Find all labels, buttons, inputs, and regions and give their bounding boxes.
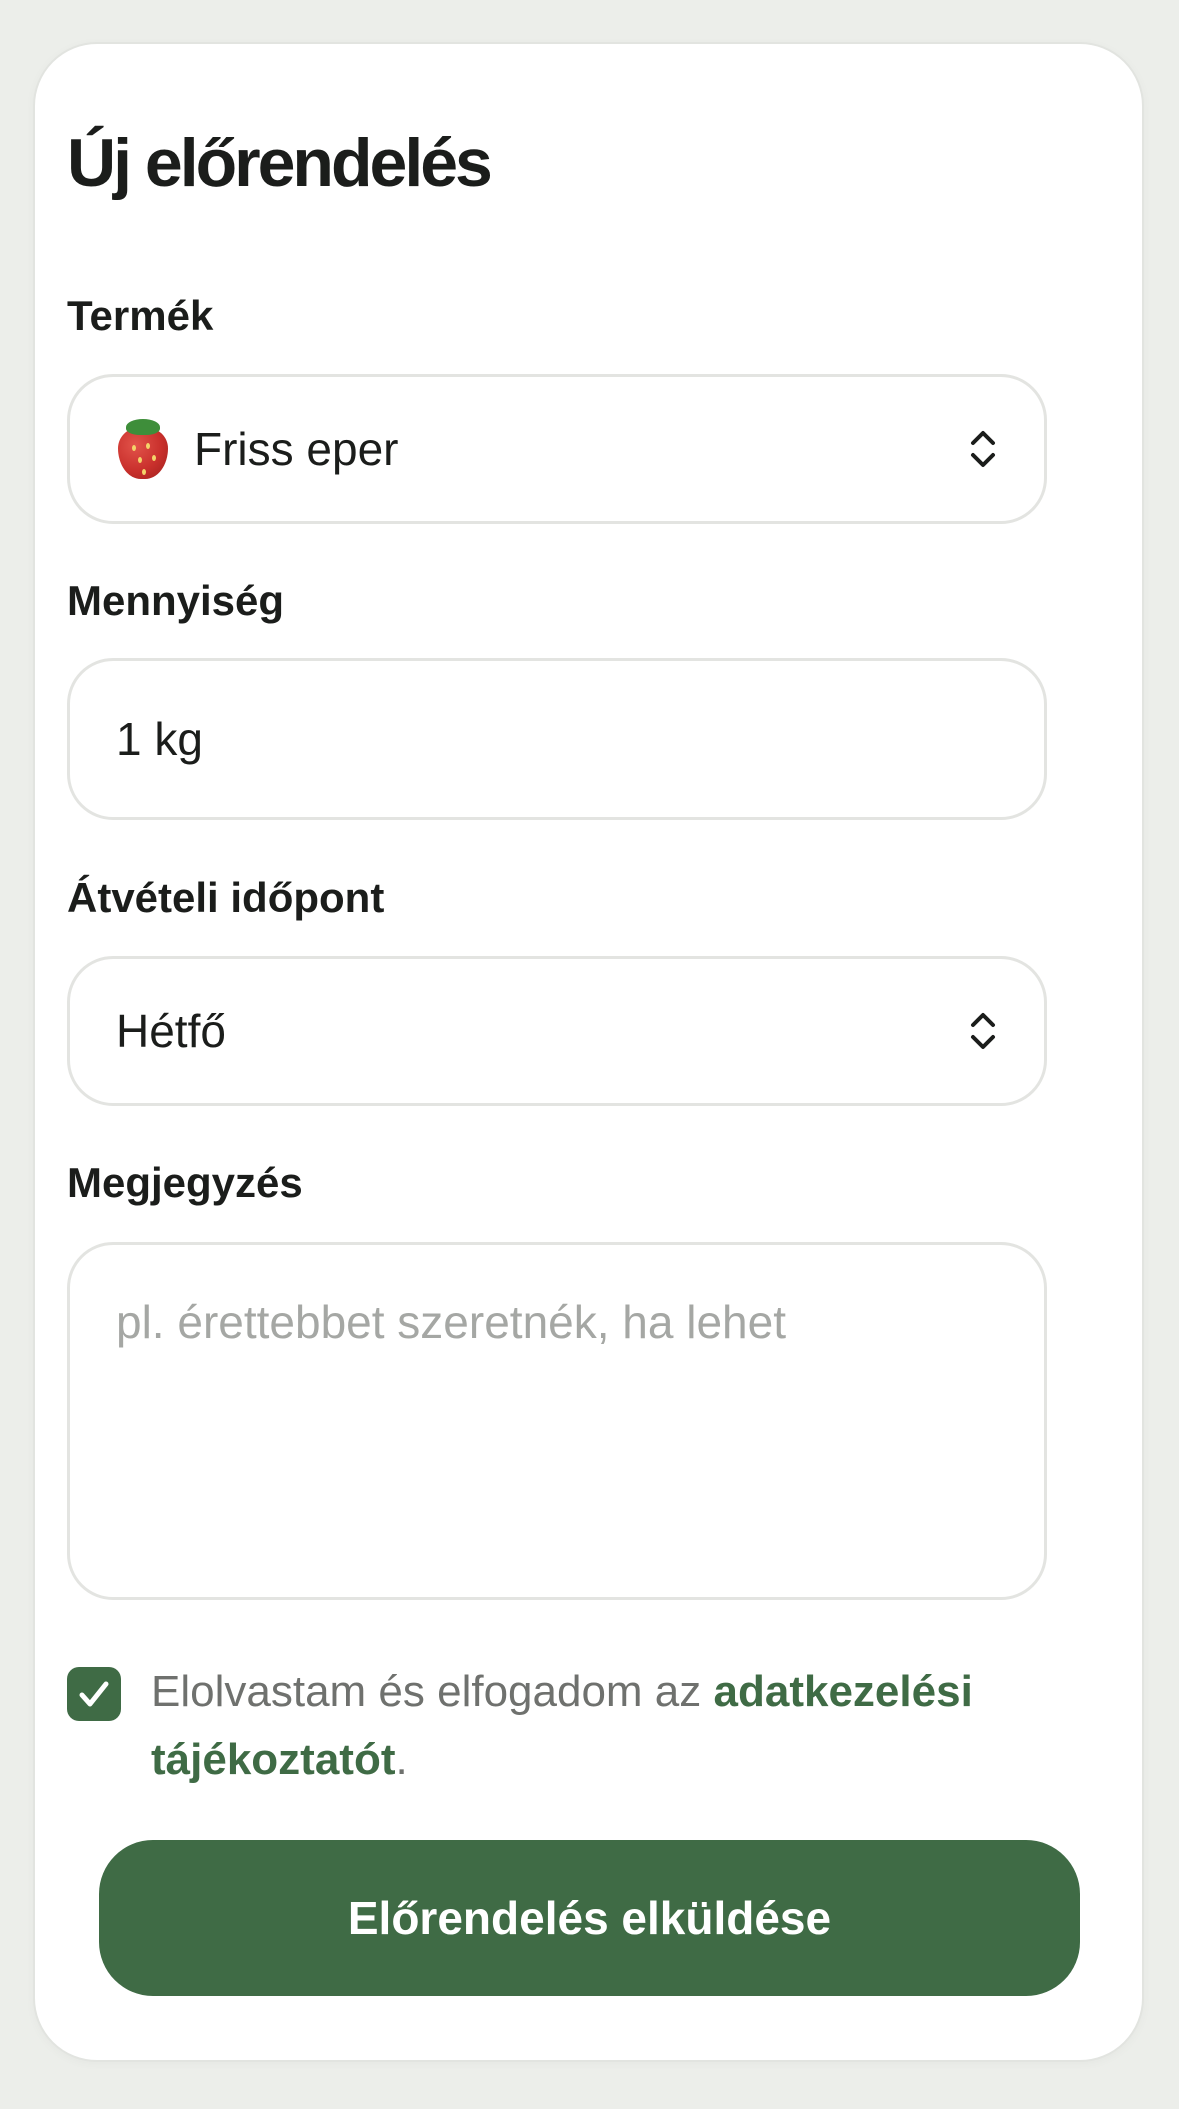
consent-text-before: Elolvastam és elfogadom az — [151, 1667, 714, 1716]
note-label: Megjegyzés — [67, 1159, 303, 1206]
checkmark-icon — [79, 1681, 109, 1707]
page-title: Új előrendelés — [67, 125, 493, 201]
note-placeholder: pl. érettebbet szeretnék, ha lehet — [116, 1296, 786, 1348]
strawberry-icon — [116, 419, 170, 479]
chevron-up-down-icon — [971, 431, 995, 467]
consent-row: Elolvastam és elfogadom az adatkezelési … — [67, 1662, 1057, 1794]
page: Új előrendelés Termék Friss eper Mennyis… — [0, 0, 1179, 2109]
submit-preorder-button[interactable]: Előrendelés elküldése — [99, 1840, 1080, 1996]
quantity-input[interactable]: 1 kg — [67, 658, 1047, 820]
product-label: Termék — [67, 292, 214, 339]
pickup-label: Átvételi időpont — [67, 874, 385, 921]
consent-checkbox[interactable] — [67, 1667, 121, 1721]
chevron-up-down-icon — [971, 1013, 995, 1049]
note-textarea[interactable]: pl. érettebbet szeretnék, ha lehet — [67, 1242, 1047, 1600]
pickup-select[interactable]: Hétfő — [67, 956, 1047, 1106]
product-select[interactable]: Friss eper — [67, 374, 1047, 524]
pickup-select-value: Hétfő — [116, 1005, 226, 1057]
product-select-value: Friss eper — [194, 423, 399, 475]
consent-text-after: . — [395, 1735, 408, 1784]
quantity-label: Mennyiség — [67, 577, 285, 624]
consent-text: Elolvastam és elfogadom az adatkezelési … — [151, 1658, 1057, 1794]
quantity-input-value: 1 kg — [116, 713, 203, 765]
